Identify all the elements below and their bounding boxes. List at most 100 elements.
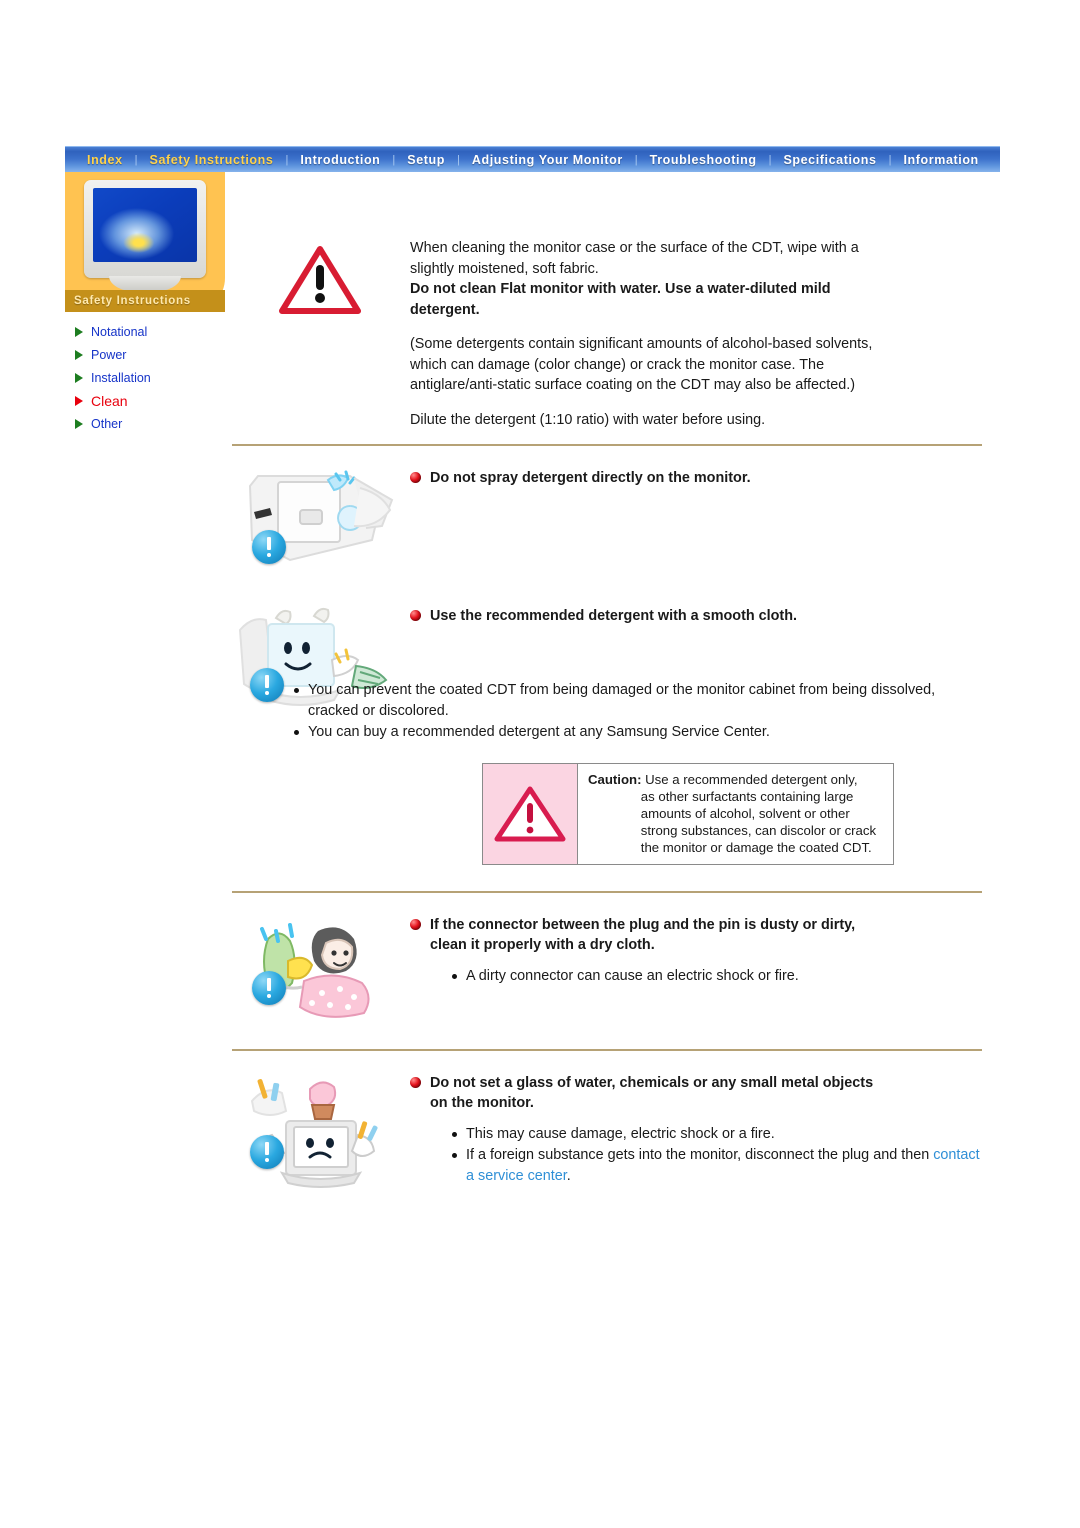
nav-item-adjusting-your-monitor[interactable]: Adjusting Your Monitor [462,147,633,173]
section-heading-row: Use the recommended detergent with a smo… [410,606,982,627]
bullet-text-suffix: . [566,1167,571,1184]
nav-item-introduction[interactable]: Introduction [290,147,390,173]
sidebar-item-label: Installation [91,370,151,385]
intro-bold-line-1: Do not clean Flat monitor with water. Us… [410,281,831,297]
bullet-text-prefix: If a foreign substance gets into the mon… [466,1147,934,1163]
content-area: When cleaning the monitor case or the su… [232,238,982,1193]
sidebar-monitor-thumbnail: Safety Instructions [65,172,225,312]
intro-paragraph-2-line-2: which can damage (color change) or crack… [410,356,825,373]
section-objects-bullets: This may cause damage, electric shock or… [410,1124,982,1187]
red-gem-bullet-icon [410,610,421,621]
arrow-right-icon [75,418,83,429]
intro-paragraph-1-line-2: slightly moistened, soft fabric. [410,260,599,277]
section-connector: If the connector between the plug and th… [232,915,982,1025]
caution-line-5-text: the monitor or damage the coated CDT. [640,839,872,855]
list-item: You can prevent the coated CDT from bein… [294,680,982,721]
sidebar-item-label: Power [91,347,127,362]
nav-item-index[interactable]: Index [77,147,133,173]
intro-bold-line-2: detergent. [410,301,480,318]
intro-paragraph-1-line-1: When cleaning the monitor case or the su… [410,240,859,256]
nav-separator: | [134,153,138,166]
red-gem-bullet-icon [410,1076,421,1088]
caution-line-5: Caution: the monitor or damage the coate… [588,839,876,856]
section-connector-bullets: A dirty connector can cause an electric … [410,966,982,987]
sidebar-item-label: Clean [91,392,128,409]
section-objects-text: Do not set a glass of water, chemicals o… [410,1073,982,1188]
caution-line-4: Caution: strong substances, can discolor… [588,822,876,839]
nav-separator: | [888,153,892,166]
intro-section: When cleaning the monitor case or the su… [232,238,982,430]
sidebar-link-list: Notational Power Installation Clean Othe… [65,312,225,435]
section-spray-detergent: Do not spray detergent directly on the m… [232,468,982,578]
caution-line-3-text: amounts of alcohol, solvent or other [640,805,850,821]
caution-text-cell: Caution: Use a recommended detergent onl… [578,764,884,864]
section-heading: Do not spray detergent directly on the m… [430,470,751,486]
section-heading: If the connector between the plug and th… [430,915,855,956]
sidebar-item-notational[interactable]: Notational [65,320,225,343]
list-item: You can buy a recommended detergent at a… [294,722,982,743]
nav-separator: | [634,153,638,166]
section-heading: Use the recommended detergent with a smo… [430,608,798,624]
intro-text-column: When cleaning the monitor case or the su… [410,238,982,430]
caution-line-3: Caution: amounts of alcohol, solvent or … [588,805,876,822]
sidebar-item-clean[interactable]: Clean [65,389,225,412]
section-objects-on-monitor: Do not set a glass of water, chemicals o… [232,1073,982,1193]
nav-separator: | [457,153,460,166]
sidebar: Safety Instructions Notational Power Ins… [65,172,225,435]
nav-item-safety-instructions[interactable]: Safety Instructions [140,147,284,173]
exclamation-badge-icon [252,530,286,564]
nav-item-troubleshooting[interactable]: Troubleshooting [640,147,767,173]
red-gem-bullet-icon [410,918,421,930]
exclamation-badge-icon [250,668,284,702]
arrow-right-icon [75,349,83,360]
sidebar-item-installation[interactable]: Installation [65,366,225,389]
sidebar-item-power[interactable]: Power [65,343,225,366]
sidebar-item-label: Notational [91,324,148,339]
caution-line-2: Caution: as other surfactants containing… [588,788,876,805]
nav-item-information[interactable]: Information [893,147,988,173]
nav-item-setup[interactable]: Setup [397,147,455,173]
red-gem-bullet-icon [410,472,421,483]
nav-separator: | [392,153,396,166]
nav-separator: | [768,153,772,166]
caution-line-1-text: Use a recommended detergent only, [645,771,858,787]
list-item: This may cause damage, electric shock or… [452,1124,982,1145]
caution-triangle-icon [494,786,566,841]
list-item-with-link: If a foreign substance gets into the mon… [452,1145,982,1186]
section-heading-line-1: If the connector between the plug and th… [430,916,856,933]
section-connector-text: If the connector between the plug and th… [410,915,982,988]
caution-line-4-text: strong substances, can discolor or crack [640,822,877,838]
exclamation-badge-icon [252,970,286,1005]
nav-item-specifications[interactable]: Specifications [773,147,886,173]
section-recommended-bullets: You can prevent the coated CDT from bein… [232,680,982,743]
caution-line-2-text: as other surfactants containing large [640,788,854,804]
main-navigation-bar: Index | Safety Instructions | Introducti… [65,146,1000,172]
section-heading-line-2: on the monitor. [430,1095,534,1111]
nav-separator: | [285,153,289,166]
arrow-right-icon [75,326,83,337]
sidebar-item-other[interactable]: Other [65,412,225,435]
list-item: A dirty connector can cause an electric … [452,966,982,987]
section-recommended-text: Use the recommended detergent with a smo… [410,606,982,627]
arrow-right-icon [75,372,83,383]
monitor-icon [84,180,206,278]
caution-box: Caution: Use a recommended detergent onl… [482,762,894,865]
section-heading: Do not set a glass of water, chemicals o… [430,1073,873,1114]
sidebar-item-label: Other [91,416,123,431]
arrow-right-icon [75,395,83,406]
section-heading-row: Do not spray detergent directly on the m… [410,468,982,489]
exclamation-badge-icon [250,1134,284,1169]
section-heading-line-2: clean it properly with a dry cloth. [430,937,655,953]
intro-paragraph-2-line-3: antiglare/anti-static surface coating on… [410,377,856,393]
warning-triangle-illustration [232,238,410,316]
caution-triangle-cell [483,763,578,864]
